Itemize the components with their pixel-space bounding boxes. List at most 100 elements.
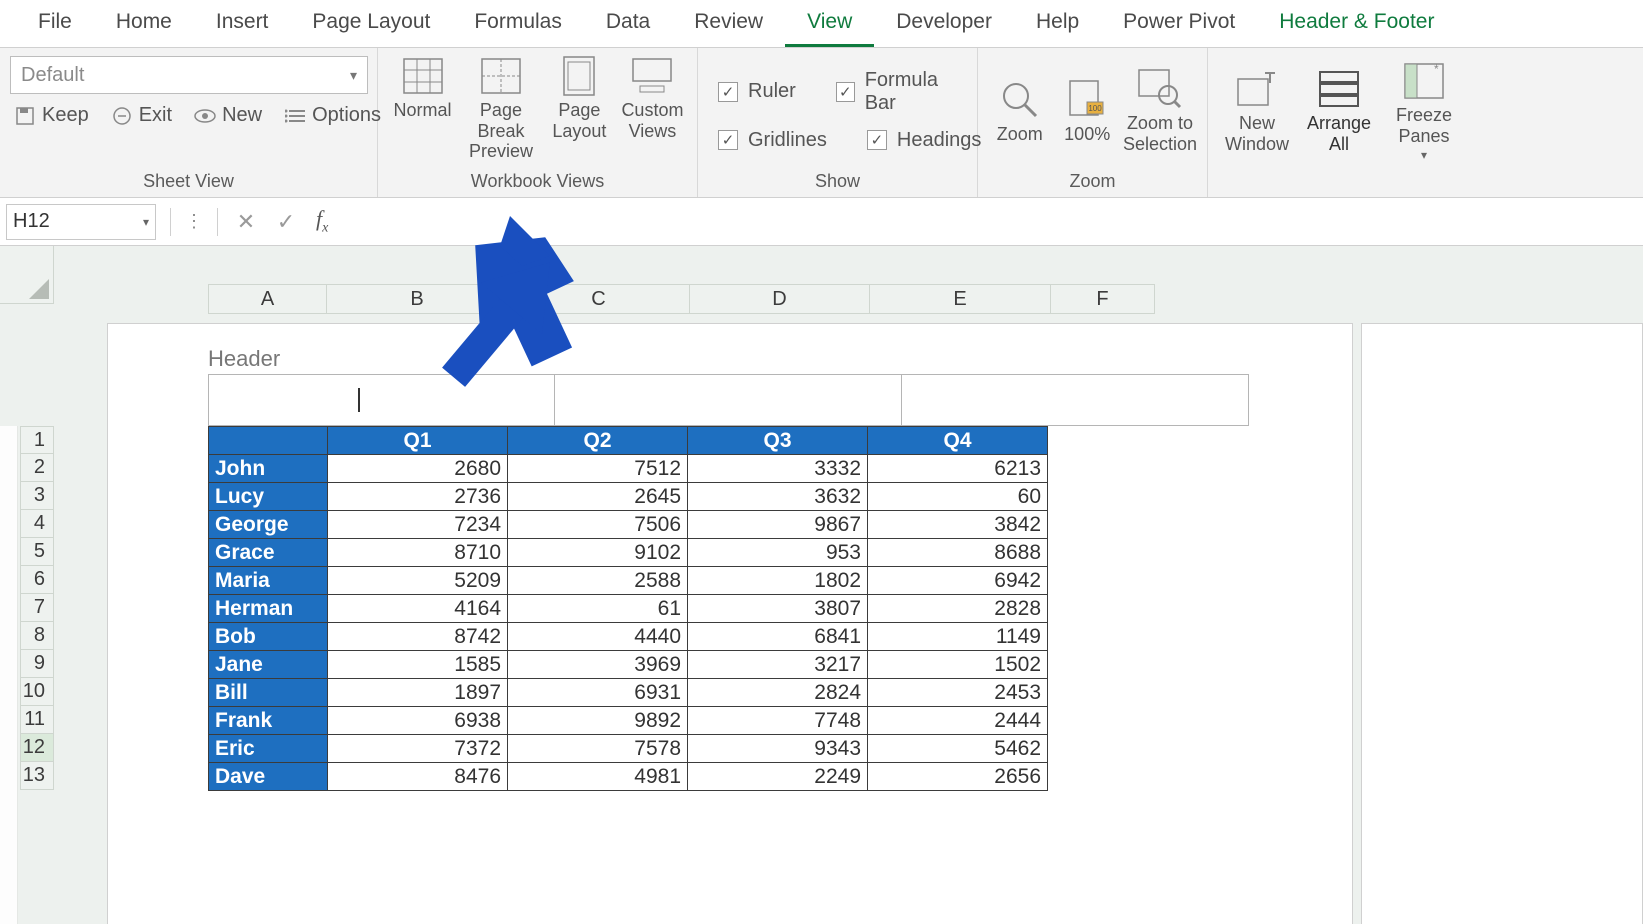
value-cell[interactable]: 8710 bbox=[328, 539, 508, 567]
gridlines-checkbox[interactable]: ✓ Gridlines bbox=[718, 129, 827, 152]
name-cell[interactable]: Bob bbox=[209, 623, 328, 651]
tab-header-footer[interactable]: Header & Footer bbox=[1257, 1, 1456, 47]
value-cell[interactable]: 1897 bbox=[328, 679, 508, 707]
value-cell[interactable]: 8688 bbox=[868, 539, 1048, 567]
name-cell[interactable]: Grace bbox=[209, 539, 328, 567]
value-cell[interactable]: 953 bbox=[688, 539, 868, 567]
value-cell[interactable]: 7578 bbox=[508, 735, 688, 763]
value-cell[interactable]: 2249 bbox=[688, 763, 868, 791]
freeze-panes-button[interactable]: * Freeze Panes ▾ bbox=[1382, 61, 1466, 162]
value-cell[interactable]: 6931 bbox=[508, 679, 688, 707]
zoom-to-selection-button[interactable]: Zoom to Selection bbox=[1123, 69, 1197, 154]
value-cell[interactable]: 4440 bbox=[508, 623, 688, 651]
col-header-a[interactable]: A bbox=[208, 284, 327, 314]
value-cell[interactable]: 3632 bbox=[688, 483, 868, 511]
exit-button[interactable]: Exit bbox=[107, 100, 176, 131]
value-cell[interactable]: 8742 bbox=[328, 623, 508, 651]
new-window-button[interactable]: New Window bbox=[1218, 69, 1296, 154]
col-header-c[interactable]: C bbox=[508, 284, 690, 314]
table-header-cell[interactable] bbox=[209, 427, 328, 455]
value-cell[interactable]: 61 bbox=[508, 595, 688, 623]
value-cell[interactable]: 2645 bbox=[508, 483, 688, 511]
tab-power-pivot[interactable]: Power Pivot bbox=[1101, 1, 1257, 47]
value-cell[interactable]: 2588 bbox=[508, 567, 688, 595]
table-header-cell[interactable]: Q4 bbox=[868, 427, 1048, 455]
row-header[interactable]: 5 bbox=[20, 538, 54, 566]
row-header[interactable]: 13 bbox=[20, 762, 54, 790]
value-cell[interactable]: 7512 bbox=[508, 455, 688, 483]
value-cell[interactable]: 3842 bbox=[868, 511, 1048, 539]
value-cell[interactable]: 2680 bbox=[328, 455, 508, 483]
headings-checkbox[interactable]: ✓ Headings bbox=[867, 129, 982, 152]
name-cell[interactable]: Jane bbox=[209, 651, 328, 679]
zoom-button[interactable]: Zoom bbox=[988, 80, 1051, 145]
value-cell[interactable]: 7234 bbox=[328, 511, 508, 539]
name-cell[interactable]: Herman bbox=[209, 595, 328, 623]
value-cell[interactable]: 7506 bbox=[508, 511, 688, 539]
row-header[interactable]: 10 bbox=[20, 678, 54, 706]
cancel-formula-button[interactable]: ✕ bbox=[226, 209, 266, 235]
tab-formulas[interactable]: Formulas bbox=[452, 1, 584, 47]
row-header[interactable]: 7 bbox=[20, 594, 54, 622]
header-center-box[interactable] bbox=[555, 374, 902, 426]
row-header[interactable]: 11 bbox=[20, 706, 54, 734]
table-header-cell[interactable]: Q1 bbox=[328, 427, 508, 455]
formula-input[interactable] bbox=[338, 204, 1643, 240]
options-button[interactable]: Options bbox=[280, 100, 385, 131]
tab-home[interactable]: Home bbox=[94, 1, 194, 47]
name-cell[interactable]: Eric bbox=[209, 735, 328, 763]
tab-data[interactable]: Data bbox=[584, 1, 672, 47]
value-cell[interactable]: 9867 bbox=[688, 511, 868, 539]
value-cell[interactable]: 9343 bbox=[688, 735, 868, 763]
fx-icon[interactable]: fx bbox=[306, 206, 338, 236]
value-cell[interactable]: 2824 bbox=[688, 679, 868, 707]
tab-page-layout[interactable]: Page Layout bbox=[290, 1, 452, 47]
value-cell[interactable]: 6942 bbox=[868, 567, 1048, 595]
value-cell[interactable]: 6213 bbox=[868, 455, 1048, 483]
ruler-checkbox[interactable]: ✓ Ruler bbox=[718, 69, 796, 115]
row-header[interactable]: 12 bbox=[20, 734, 54, 762]
row-header[interactable]: 4 bbox=[20, 510, 54, 538]
value-cell[interactable]: 2656 bbox=[868, 763, 1048, 791]
name-cell[interactable]: John bbox=[209, 455, 328, 483]
value-cell[interactable]: 1585 bbox=[328, 651, 508, 679]
formula-bar-checkbox[interactable]: ✓ Formula Bar bbox=[836, 69, 968, 115]
value-cell[interactable]: 3969 bbox=[508, 651, 688, 679]
value-cell[interactable]: 3217 bbox=[688, 651, 868, 679]
header-left-box[interactable] bbox=[208, 374, 555, 426]
page-break-preview-button[interactable]: Page Break Preview bbox=[461, 56, 541, 162]
name-cell[interactable]: Maria bbox=[209, 567, 328, 595]
table-header-cell[interactable]: Q2 bbox=[508, 427, 688, 455]
value-cell[interactable]: 6841 bbox=[688, 623, 868, 651]
col-header-d[interactable]: D bbox=[690, 284, 870, 314]
value-cell[interactable]: 2453 bbox=[868, 679, 1048, 707]
new-view-button[interactable]: New bbox=[190, 100, 266, 131]
tab-insert[interactable]: Insert bbox=[194, 1, 291, 47]
keep-button[interactable]: Keep bbox=[10, 100, 93, 131]
name-cell[interactable]: George bbox=[209, 511, 328, 539]
value-cell[interactable]: 2828 bbox=[868, 595, 1048, 623]
zoom-100-button[interactable]: 100 100% bbox=[1055, 80, 1118, 145]
value-cell[interactable]: 6938 bbox=[328, 707, 508, 735]
row-header[interactable]: 6 bbox=[20, 566, 54, 594]
name-box[interactable]: H12 ▾ bbox=[6, 204, 156, 240]
value-cell[interactable]: 8476 bbox=[328, 763, 508, 791]
header-right-box[interactable] bbox=[902, 374, 1249, 426]
name-cell[interactable]: Bill bbox=[209, 679, 328, 707]
value-cell[interactable]: 9892 bbox=[508, 707, 688, 735]
tab-file[interactable]: File bbox=[16, 1, 94, 47]
normal-view-button[interactable]: Normal bbox=[388, 56, 457, 121]
col-header-e[interactable]: E bbox=[870, 284, 1051, 314]
value-cell[interactable]: 4981 bbox=[508, 763, 688, 791]
arrange-all-button[interactable]: Arrange All bbox=[1300, 69, 1378, 154]
tab-review[interactable]: Review bbox=[672, 1, 785, 47]
value-cell[interactable]: 9102 bbox=[508, 539, 688, 567]
row-header[interactable]: 9 bbox=[20, 650, 54, 678]
row-header[interactable]: 8 bbox=[20, 622, 54, 650]
select-all-corner[interactable] bbox=[0, 246, 54, 304]
value-cell[interactable]: 2444 bbox=[868, 707, 1048, 735]
value-cell[interactable]: 4164 bbox=[328, 595, 508, 623]
page-layout-view-button[interactable]: Page Layout bbox=[545, 56, 614, 141]
value-cell[interactable]: 3332 bbox=[688, 455, 868, 483]
sheet-view-selector[interactable]: Default ▾ bbox=[10, 56, 368, 94]
